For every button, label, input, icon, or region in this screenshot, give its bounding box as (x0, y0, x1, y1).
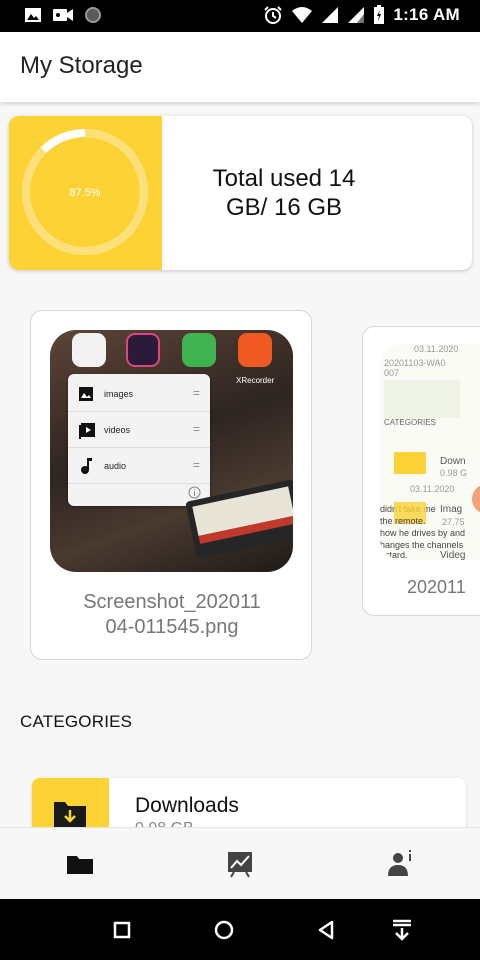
file-name: 202011 (407, 577, 466, 597)
app-icon (126, 333, 160, 367)
preview-text: Videg (440, 550, 466, 560)
image-icon (79, 387, 93, 401)
app-icon (72, 333, 106, 367)
battery-icon (374, 5, 385, 24)
status-bar: 1:16 AM (0, 0, 480, 32)
preview-block (394, 452, 426, 474)
image-icon (25, 8, 41, 22)
nav-files[interactable] (60, 846, 100, 882)
preview-menu-item: images = (68, 376, 210, 412)
record-bubble-icon (472, 484, 480, 514)
storage-percent-label: 87.5% (69, 187, 100, 199)
preview-menu-item: videos = (68, 412, 210, 448)
circle-icon (85, 7, 101, 23)
preview-text: astard. (380, 550, 408, 560)
reorder-icon: = (192, 386, 200, 400)
preview-popup-menu: images = videos = audio = (68, 374, 210, 506)
preview-text: the remote. (380, 516, 426, 526)
preview-text: 27.75 (442, 517, 465, 527)
preview-text: 0.98 G (440, 468, 468, 478)
reorder-icon: = (192, 422, 200, 436)
file-name-line: Screenshot_202011 (83, 591, 261, 613)
categories-heading: CATEGORIES (20, 712, 133, 731)
analytics-icon (228, 852, 252, 878)
back-triangle-icon[interactable] (312, 916, 340, 944)
storage-usage-card[interactable]: 87.5% Total used 14 GB/ 16 GB (9, 116, 472, 270)
file-thumbnail: 03.11.2020 20201103-WA0 007 CATEGORIES D… (380, 344, 480, 560)
reorder-icon: = (192, 458, 200, 472)
storage-used-line1: Total used 14 (212, 165, 356, 192)
recent-file-card[interactable]: 03.11.2020 20201103-WA0 007 CATEGORIES D… (362, 326, 480, 616)
file-thumbnail: XRecorder images = videos = audio = (50, 330, 293, 572)
recent-file-card[interactable]: XRecorder images = videos = audio = Scre… (30, 310, 312, 660)
preview-text: hanges the channels (380, 540, 464, 550)
info-icon (188, 486, 201, 499)
preview-text: how he drives by and (380, 528, 466, 538)
bottom-navigation (0, 827, 480, 899)
user-info-icon (388, 850, 411, 876)
alarm-icon (264, 6, 283, 24)
app-bar: My Storage (0, 32, 480, 102)
preview-text: 20201103-WA0 (384, 358, 446, 368)
download-arrow-icon[interactable] (388, 916, 416, 944)
signal-icon (322, 7, 339, 23)
app-icon (238, 333, 272, 367)
nav-profile[interactable] (380, 846, 420, 882)
file-name-line: 04-011545.png (105, 616, 239, 638)
category-name: Downloads (135, 794, 239, 817)
preview-text: 03.11.2020 (414, 344, 459, 354)
preview-text: 007 (384, 368, 400, 378)
preview-menu-label: audio (104, 461, 127, 471)
home-circle-icon[interactable] (210, 916, 238, 944)
xrecorder-label: XRecorder (236, 376, 275, 385)
download-folder-icon (54, 802, 86, 828)
music-note-icon (81, 458, 92, 474)
storage-used-text: Total used 14 GB/ 16 GB (184, 164, 384, 222)
preview-text: 03.11.2020 (410, 484, 455, 494)
preview-text: CATEGORIES (384, 418, 436, 427)
preview-block (384, 380, 460, 418)
storage-used-line2: GB/ 16 GB (225, 194, 343, 221)
preview-menu-item: audio = (68, 448, 210, 484)
page-title: My Storage (20, 52, 143, 79)
file-name: Screenshot_202011 04-011545.png (31, 590, 311, 640)
system-navigation-bar (0, 899, 480, 960)
video-icon (79, 423, 95, 439)
recents-square-icon[interactable] (108, 916, 136, 944)
preview-menu-label: images (104, 389, 134, 399)
wifi-icon (292, 7, 313, 23)
nav-analytics[interactable] (220, 846, 260, 882)
storage-gauge: 87.5% (9, 116, 162, 270)
folder-icon (67, 856, 93, 874)
video-camera-icon (53, 9, 73, 21)
preview-menu-label: videos (104, 425, 131, 435)
preview-text: Down (440, 456, 466, 467)
app-icon (182, 333, 216, 367)
signal-icon (348, 7, 365, 23)
preview-text: Imag (440, 504, 463, 515)
storage-donut: 87.5% (22, 129, 148, 255)
status-time: 1:16 AM (393, 5, 460, 24)
